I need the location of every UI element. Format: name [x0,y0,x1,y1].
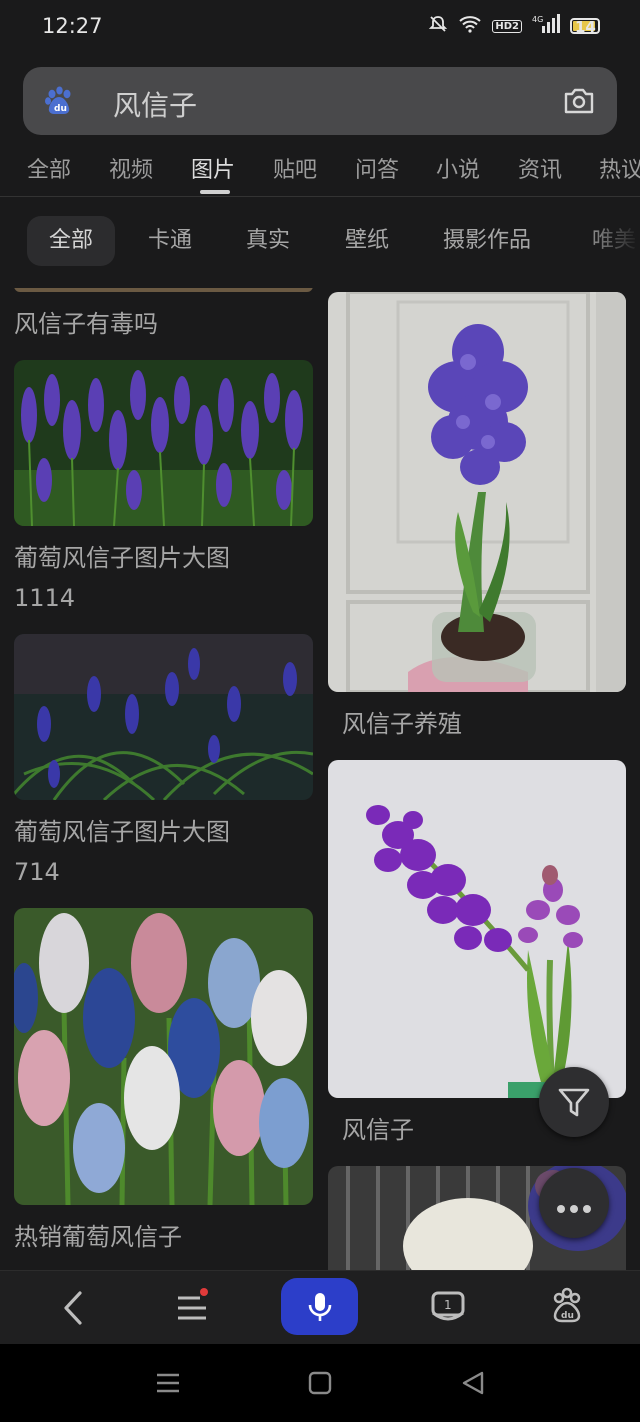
filter-button[interactable] [539,1067,609,1137]
mute-bell-icon [428,14,448,38]
image-results: 风信子有毒吗 葡萄风信子图片大图 1114 葡萄风信子图片大图 714 热销葡萄… [0,288,640,1270]
more-icon [556,1199,592,1218]
result-caption[interactable]: 风信子有毒吗 [14,304,313,344]
result-caption[interactable]: 热销葡萄风信子 [14,1217,313,1257]
status-bar: 12:27 HD2 4G 14 [0,0,640,56]
back-icon[interactable] [42,1281,102,1335]
status-icons: HD2 4G 14 [428,14,600,38]
filter-icon [557,1087,591,1123]
chip-photography[interactable]: 摄影作品 [443,216,531,266]
hd-badge: HD2 [492,19,522,33]
result-image[interactable] [14,634,313,800]
chip-wallpaper[interactable]: 壁纸 [345,216,389,266]
home-icon[interactable] [305,1368,335,1398]
tab-news[interactable]: 资讯 [518,152,562,184]
chip-real[interactable]: 真实 [246,216,290,266]
active-tab-indicator [200,190,230,194]
cell-signal-icon: 4G [532,14,560,38]
battery-icon: 14 [570,18,600,36]
result-image[interactable] [328,292,626,692]
svg-text:du: du [561,1311,574,1321]
system-nav-bar [0,1344,640,1422]
tab-video[interactable]: 视频 [109,152,153,184]
result-image[interactable] [14,908,313,1205]
notification-dot [200,1288,208,1296]
search-bar[interactable]: du 风信子 [23,67,617,135]
tab-tieba[interactable]: 贴吧 [273,152,317,184]
menu-icon[interactable] [162,1281,222,1335]
chip-cartoon[interactable]: 卡通 [148,216,192,266]
baidu-home-icon[interactable]: du [537,1281,597,1335]
svg-text:4G: 4G [532,15,543,24]
tab-novel[interactable]: 小说 [436,152,480,184]
tab-hot[interactable]: 热议 [599,152,640,184]
result-image[interactable] [14,288,313,292]
baidu-paw-icon: du [43,85,75,117]
category-tabs: 全部 视频 图片 贴吧 问答 小说 资讯 热议 [0,146,640,197]
svg-text:du: du [54,104,67,114]
result-caption[interactable]: 葡萄风信子图片大图 [14,812,313,852]
tabs-icon[interactable]: 1 [418,1281,478,1335]
result-card[interactable]: 风信子有毒吗 [14,288,313,344]
result-image[interactable] [14,360,313,526]
result-count: 714 [14,858,60,886]
back-nav-icon[interactable] [458,1368,488,1398]
result-count: 1114 [14,584,76,612]
result-caption[interactable]: 葡萄风信子图片大图 [14,538,313,578]
status-time: 12:27 [42,14,103,38]
wifi-icon [458,15,482,37]
svg-text:1: 1 [444,1298,452,1312]
result-card[interactable]: 葡萄风信子图片大图 714 [14,634,313,892]
recents-icon[interactable] [153,1368,183,1398]
filter-chips: 全部 卡通 真实 壁纸 摄影作品 唯美 [0,212,640,268]
tab-images[interactable]: 图片 [191,152,235,184]
tab-all[interactable]: 全部 [27,152,71,184]
mic-icon [307,1291,333,1327]
search-input[interactable]: 风信子 [113,84,197,124]
result-card[interactable]: 热销葡萄风信子 [14,908,313,1257]
more-button[interactable] [539,1168,609,1238]
voice-search-button[interactable] [281,1278,358,1335]
camera-icon[interactable] [563,87,595,115]
result-card[interactable]: 风信子养殖 [328,292,626,744]
chip-all[interactable]: 全部 [27,216,116,266]
result-image[interactable] [328,760,626,1098]
result-card[interactable]: 葡萄风信子图片大图 1114 [14,360,313,618]
tab-qa[interactable]: 问答 [355,152,399,184]
result-caption[interactable]: 风信子养殖 [328,704,626,744]
